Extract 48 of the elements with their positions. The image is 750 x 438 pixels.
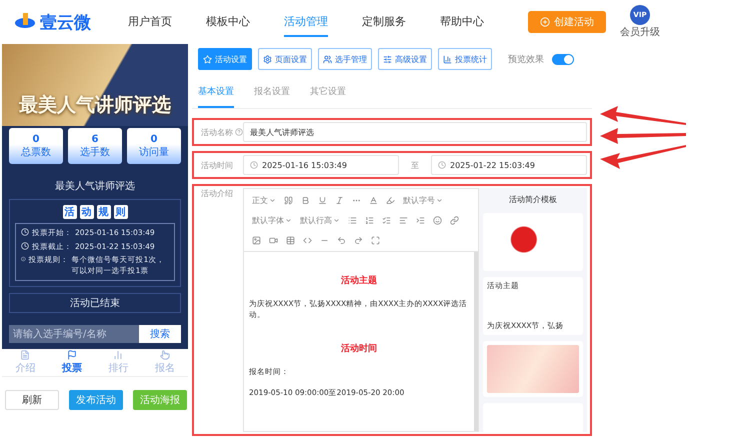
banner-title: 最美人气讲师评选 — [19, 93, 171, 118]
field-label: 活动介绍 — [201, 188, 233, 199]
nav-link[interactable]: 活动管理 — [284, 8, 328, 36]
search-field[interactable]: 请输入选手编号/名称 — [9, 325, 139, 343]
content-heading: 活动主题 — [340, 274, 378, 287]
field-label: 活动时间 — [201, 160, 233, 170]
rules-heading-char: 规 — [96, 205, 110, 219]
toolbar-button[interactable]: 选手管理 — [318, 48, 372, 70]
stat-label: 选手数 — [80, 146, 110, 158]
bottom-tab[interactable]: 投票 — [48, 349, 95, 376]
upgrade-label: 会员升级 — [620, 26, 660, 39]
toolbar-button[interactable]: 活动设置 — [198, 48, 252, 70]
search-button[interactable]: 搜索 — [139, 325, 181, 343]
logo-text: 壹云微 — [40, 12, 91, 34]
line-height-dropdown[interactable]: 默认行高 — [296, 211, 344, 229]
nav-link[interactable]: 用户首页 — [128, 8, 172, 36]
nav-link[interactable]: 模板中心 — [206, 8, 250, 36]
nav-link[interactable]: 定制服务 — [362, 8, 406, 36]
range-separator: 至 — [410, 160, 420, 170]
stat-label: 总票数 — [21, 146, 51, 158]
start-time-field[interactable]: 2025-01-16 15:03:49 — [243, 155, 399, 175]
action-button[interactable]: 发布活动 — [69, 390, 123, 410]
template-title: 活动简介模板 — [508, 194, 558, 206]
end-time-field[interactable]: 2025-01-22 15:03:49 — [431, 155, 587, 175]
toolbar-button[interactable]: 投票统计 — [438, 48, 492, 70]
rules-heading-char: 活 — [62, 205, 76, 219]
stat-value: 0 — [32, 134, 40, 144]
style-dropdown[interactable]: 正文 — [248, 191, 280, 209]
font-family-dropdown[interactable]: 默认字体 — [248, 211, 296, 229]
nav-link[interactable]: 帮助中心 — [440, 8, 484, 36]
stat-value: 6 — [92, 134, 98, 144]
toolbar-button[interactable]: 页面设置 — [258, 48, 312, 70]
name-field[interactable]: 最美人气讲师评选 — [243, 122, 587, 142]
settings-tab[interactable]: 基本设置 — [198, 80, 234, 108]
settings-tab[interactable]: 报名设置 — [254, 80, 290, 108]
stat-value: 0 — [150, 134, 158, 144]
settings-tab[interactable]: 其它设置 — [310, 80, 346, 108]
action-button[interactable]: 刷新 — [5, 390, 59, 410]
content-heading: 活动时间 — [340, 342, 378, 355]
toolbar-button[interactable]: 高级设置 — [378, 48, 432, 70]
status-banner: 活动已结束 — [9, 293, 181, 313]
font-size-dropdown[interactable]: 默认字号 — [399, 191, 447, 209]
rules-heading-char: 动 — [80, 205, 94, 219]
stat-label: 访问量 — [139, 146, 169, 158]
rules-heading-char: 则 — [114, 205, 128, 219]
activity-subtitle: 最美人气讲师评选 — [55, 181, 135, 192]
field-label: 活动名称 — [201, 126, 233, 138]
preview-label: 预览效果 — [508, 54, 544, 66]
